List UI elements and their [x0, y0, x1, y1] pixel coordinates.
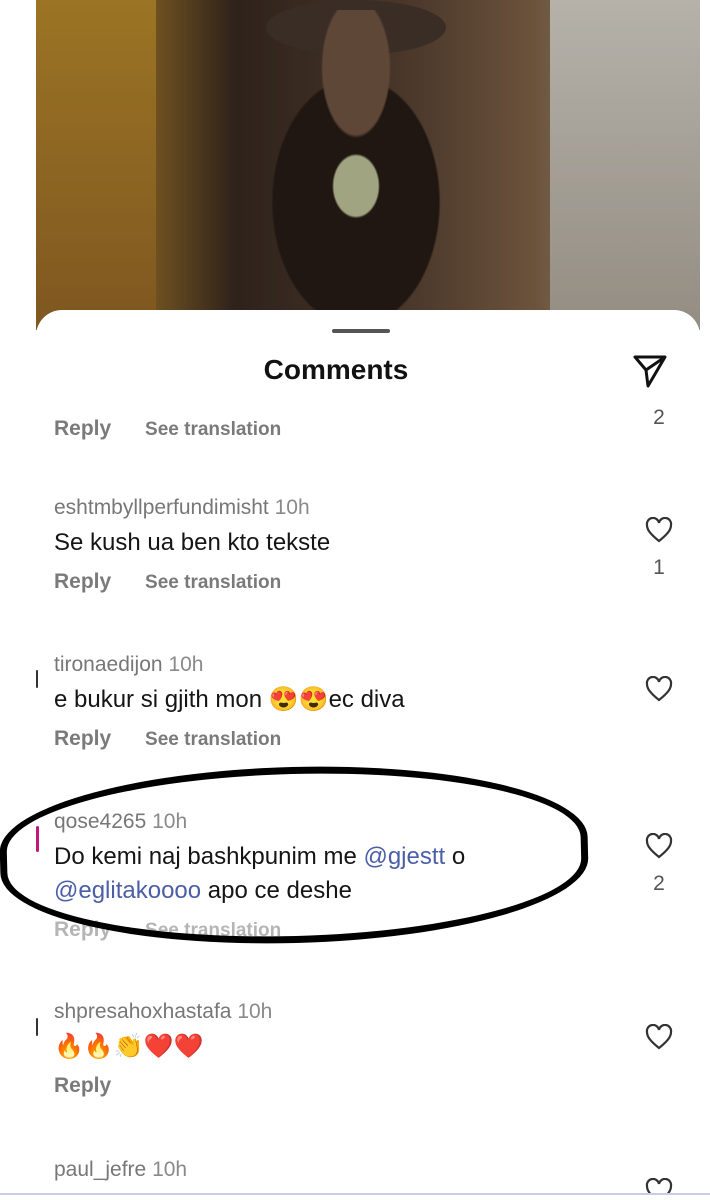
comment-actions-partial: Reply See translation	[54, 417, 614, 441]
avatar-edge	[36, 1018, 38, 1036]
heart-icon[interactable]	[645, 1177, 673, 1194]
see-translation-button[interactable]: See translation	[145, 572, 281, 593]
comment-username[interactable]: eshtmbyllperfundimisht	[54, 496, 269, 519]
heart-icon[interactable]	[645, 1023, 673, 1050]
comment-username[interactable]: tironaedijon	[54, 653, 163, 676]
comment-username[interactable]: shpresahoxhastafa	[54, 1000, 231, 1023]
avatar-edge	[36, 670, 38, 688]
sheet-drag-handle[interactable]	[332, 329, 390, 333]
comment-username[interactable]: paul_jefre	[54, 1158, 146, 1181]
bottom-edge-line	[0, 1193, 710, 1195]
sheet-title: Comments	[263, 354, 409, 385]
like-count-partial: 2	[644, 406, 674, 430]
reply-button[interactable]: Reply	[54, 1074, 111, 1097]
like-count: 2	[653, 872, 665, 895]
comment-time: 10h	[237, 1000, 273, 1023]
heart-eyes-emoji: 😍	[298, 686, 329, 713]
heart-icon[interactable]	[645, 832, 673, 859]
like-control: 2	[644, 832, 674, 896]
comments-sheet: Comments Reply See translation 2 eshtmby…	[36, 310, 700, 1194]
photo-dim-overlay	[36, 0, 700, 330]
comment-time: 10h	[274, 496, 310, 519]
comment-time: 10h	[152, 1158, 188, 1181]
comment-time: 10h	[168, 653, 204, 676]
comment-item: eshtmbyllperfundimisht 10h Se kush ua be…	[54, 496, 614, 594]
comment-text: Se kush ua ben kto tekste	[54, 529, 331, 556]
reply-button[interactable]: Reply	[54, 417, 111, 440]
comment-text-part: ec diva	[328, 686, 405, 713]
like-control	[644, 1023, 674, 1055]
comment-item: tironaedijon 10h e bukur si gjith mon 😍😍…	[54, 653, 614, 751]
post-photo	[0, 0, 710, 330]
reply-button[interactable]: Reply	[54, 570, 111, 593]
like-control: 1	[644, 516, 674, 580]
see-translation-button[interactable]: See translation	[145, 419, 281, 440]
comment-item: paul_jefre 10h	[54, 1158, 614, 1182]
comment-text-part: e bukur si gjith mon	[54, 686, 269, 713]
comment-text: e bukur si gjith mon 😍😍ec diva	[54, 683, 614, 717]
heart-icon[interactable]	[645, 516, 673, 543]
reply-button[interactable]: Reply	[54, 727, 111, 750]
like-control	[644, 675, 674, 707]
heart-eyes-emoji: 😍	[268, 686, 299, 713]
like-count: 2	[653, 406, 665, 429]
like-count: 1	[653, 556, 665, 579]
like-control	[644, 1177, 674, 1194]
post-image	[36, 0, 700, 330]
comment-item: shpresahoxhastafa 10h 🔥🔥👏❤️❤️ Reply	[54, 1000, 614, 1098]
see-translation-button[interactable]: See translation	[145, 729, 281, 750]
comment-emojis: 🔥🔥👏❤️❤️	[54, 1033, 204, 1060]
heart-icon[interactable]	[645, 675, 673, 702]
paper-plane-icon[interactable]	[632, 353, 668, 389]
